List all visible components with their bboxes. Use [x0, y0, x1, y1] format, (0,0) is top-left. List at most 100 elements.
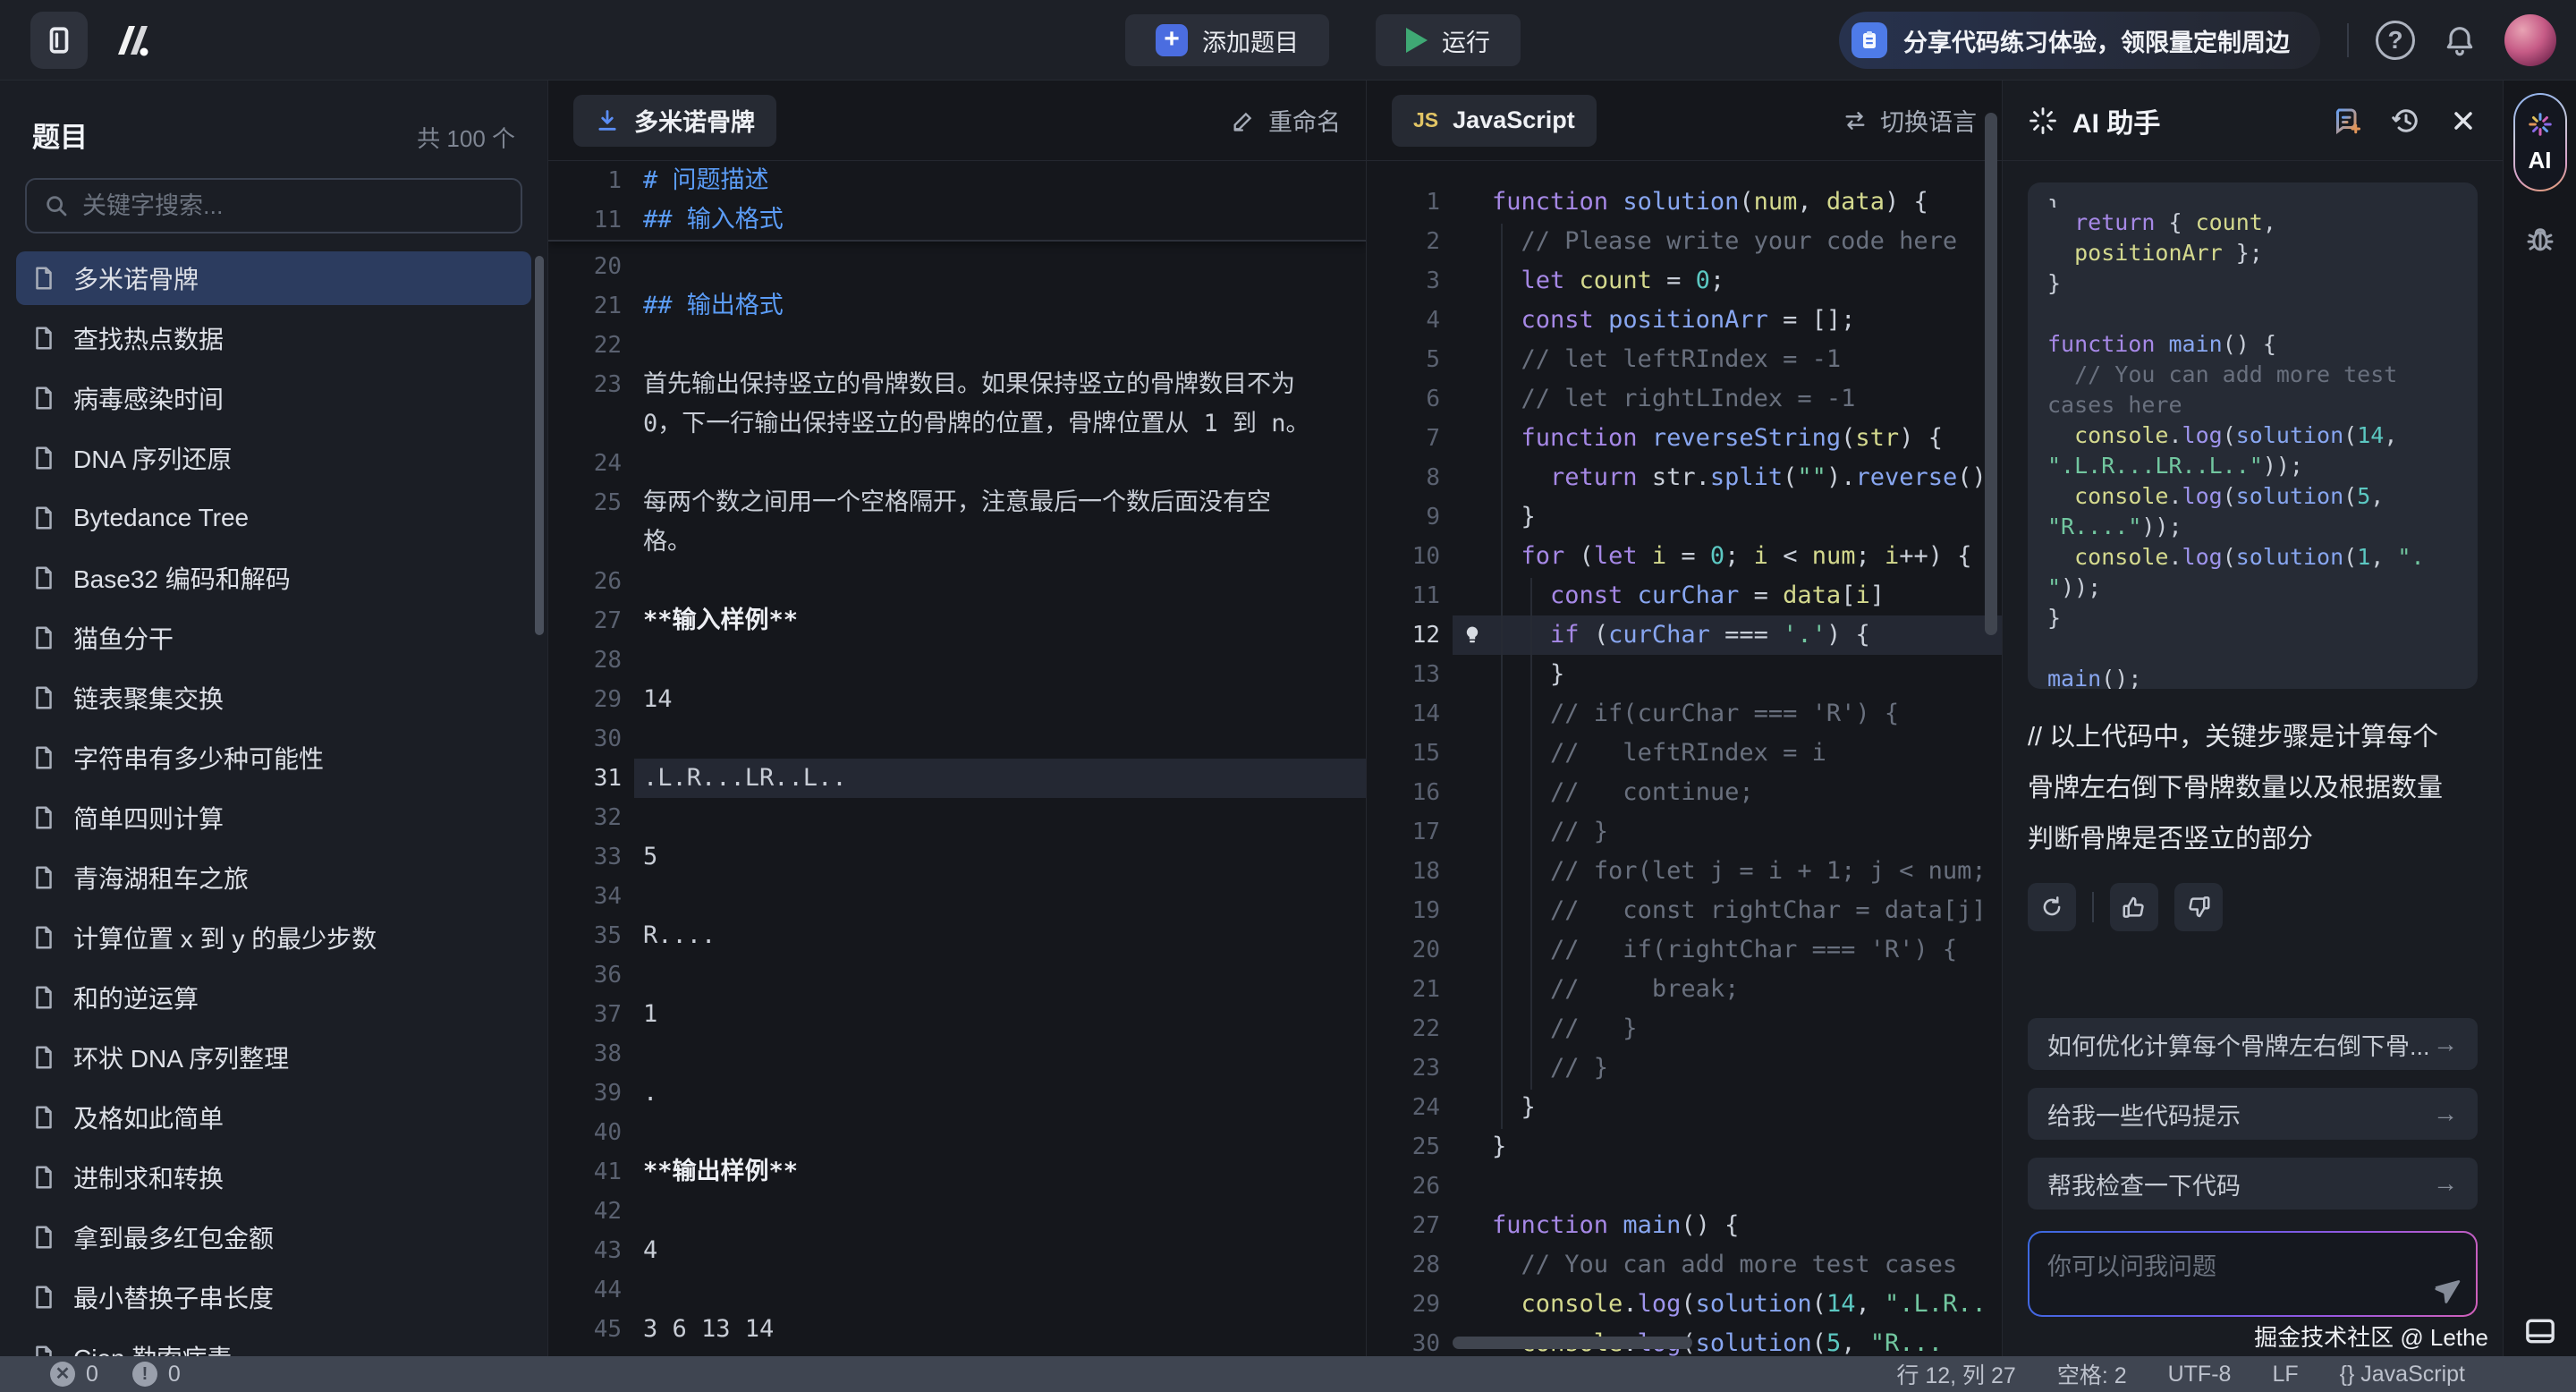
- sidebar-item-label: 拿到最多红包金额: [73, 1219, 274, 1255]
- suggestion-pill[interactable]: 给我一些代码提示→: [2028, 1088, 2478, 1140]
- sidebar-item[interactable]: 猫鱼分干: [16, 611, 531, 665]
- code-line[interactable]: 9 }: [1367, 497, 2002, 537]
- code-line[interactable]: 27function main() {: [1367, 1206, 2002, 1245]
- code-line[interactable]: 17 // }: [1367, 812, 2002, 852]
- sidebar-item[interactable]: DNA 序列还原: [16, 431, 531, 485]
- sidebar-item[interactable]: 计算位置 x 到 y 的最少步数: [16, 911, 531, 964]
- history-icon[interactable]: [2390, 105, 2422, 137]
- sidebar-item[interactable]: 及格如此简单: [16, 1091, 531, 1144]
- vertical-scrollbar[interactable]: [1985, 113, 1997, 635]
- close-icon[interactable]: [2449, 106, 2478, 135]
- sidebar-item-label: DNA 序列还原: [73, 440, 232, 476]
- regenerate-button[interactable]: [2028, 883, 2076, 931]
- new-chat-icon[interactable]: [2331, 105, 2363, 137]
- promo-banner[interactable]: 分享代码练习体验，领限量定制周边: [1839, 12, 2320, 69]
- encoding[interactable]: UTF-8: [2168, 1362, 2232, 1388]
- eol-setting[interactable]: LF: [2272, 1362, 2298, 1388]
- code-line[interactable]: 8 return str.split("").reverse(): [1367, 458, 2002, 497]
- right-dock: AI: [2503, 81, 2576, 1356]
- cursor-position[interactable]: 行 12, 列 27: [1896, 1358, 2015, 1390]
- warnings-icon[interactable]: !: [132, 1362, 157, 1387]
- code-line[interactable]: 6 // let rightLIndex = -1: [1367, 379, 2002, 419]
- help-icon[interactable]: ?: [2376, 21, 2415, 60]
- description-line: 39.: [548, 1074, 1366, 1113]
- chat-input[interactable]: [2029, 1233, 2476, 1315]
- lightbulb-icon[interactable]: [1453, 615, 1492, 655]
- description-line: 32: [548, 798, 1366, 837]
- sidebar-item[interactable]: 青海湖租车之旅: [16, 851, 531, 904]
- code-line[interactable]: 13 }: [1367, 655, 2002, 694]
- code-line[interactable]: 15 // leftRIndex = i: [1367, 734, 2002, 773]
- thumbs-up-button[interactable]: [2110, 883, 2158, 931]
- errors-icon[interactable]: ✕: [50, 1362, 75, 1387]
- code-editor[interactable]: 1function solution(num, data) {2 // Plea…: [1367, 161, 2002, 1356]
- sidebar-item[interactable]: 进制求和转换: [16, 1150, 531, 1204]
- ai-assistant-dock-button[interactable]: AI: [2513, 93, 2567, 191]
- run-button[interactable]: 运行: [1376, 14, 1521, 66]
- description-line: 453 6 13 14: [548, 1310, 1366, 1349]
- sidebar-item[interactable]: 和的逆运算: [16, 971, 531, 1024]
- code-line[interactable]: 22 // }: [1367, 1009, 2002, 1048]
- code-line[interactable]: 24 }: [1367, 1088, 2002, 1127]
- search-box[interactable]: [25, 178, 522, 233]
- notifications-bell-icon[interactable]: [2442, 22, 2478, 58]
- indent-setting[interactable]: 空格: 2: [2057, 1358, 2127, 1390]
- search-input[interactable]: [82, 192, 504, 220]
- sidebar-item[interactable]: 拿到最多红包金额: [16, 1210, 531, 1264]
- toggle-panel-icon[interactable]: [2522, 1313, 2558, 1349]
- code-line[interactable]: 18 // for(let j = i + 1; j < num;: [1367, 852, 2002, 891]
- code-line[interactable]: 29 console.log(solution(14, ".L.R..: [1367, 1285, 2002, 1324]
- sidebar-item[interactable]: 查找热点数据: [16, 311, 531, 365]
- debug-bug-icon[interactable]: [2523, 222, 2557, 256]
- sidebar-toggle-button[interactable]: [30, 12, 88, 69]
- sidebar-item[interactable]: 环状 DNA 序列整理: [16, 1031, 531, 1084]
- code-line[interactable]: 7 function reverseString(str) {: [1367, 419, 2002, 458]
- user-avatar[interactable]: [2504, 14, 2556, 66]
- code-line[interactable]: 20 // if(rightChar === 'R') {: [1367, 930, 2002, 970]
- code-line[interactable]: 2 // Please write your code here: [1367, 222, 2002, 261]
- thumbs-down-button[interactable]: [2174, 883, 2223, 931]
- chat-input-box[interactable]: [2029, 1233, 2476, 1315]
- suggestion-pill[interactable]: 如何优化计算每个骨牌左右倒下骨...→: [2028, 1018, 2478, 1070]
- problem-sidebar: 题目 共 100 个 多米诺骨牌查找热点数据病毒感染时间DNA 序列还原Byte…: [0, 81, 547, 1356]
- code-line[interactable]: 4 const positionArr = [];: [1367, 301, 2002, 340]
- code-line[interactable]: 19 // const rightChar = data[j]: [1367, 891, 2002, 930]
- horizontal-scrollbar[interactable]: [1453, 1337, 1692, 1349]
- switch-language-button[interactable]: 切换语言: [1843, 103, 1977, 138]
- ai-answer-line: 骨牌左右倒下骨牌数量以及根据数量: [2028, 763, 2478, 814]
- code-line[interactable]: 16 // continue;: [1367, 773, 2002, 812]
- code-line[interactable]: 23 // }: [1367, 1048, 2002, 1088]
- sidebar-scrollbar[interactable]: [535, 256, 544, 635]
- language-mode[interactable]: {} JavaScript: [2340, 1362, 2465, 1388]
- code-line[interactable]: 3 let count = 0;: [1367, 261, 2002, 301]
- code-line[interactable]: 5 // let leftRIndex = -1: [1367, 340, 2002, 379]
- code-line[interactable]: 11 const curChar = data[i]: [1367, 576, 2002, 615]
- language-tab[interactable]: JS JavaScript: [1392, 95, 1597, 147]
- code-line[interactable]: 1function solution(num, data) {: [1367, 182, 2002, 222]
- sidebar-item[interactable]: 多米诺骨牌: [16, 251, 531, 305]
- suggestion-pill[interactable]: 帮我检查一下代码→: [2028, 1158, 2478, 1210]
- run-label: 运行: [1442, 23, 1490, 58]
- ai-code-line: return { count,: [2047, 208, 2458, 238]
- sidebar-item[interactable]: Base32 编码和解码: [16, 551, 531, 605]
- sidebar-item[interactable]: 病毒感染时间: [16, 371, 531, 425]
- code-line[interactable]: 21 // break;: [1367, 970, 2002, 1009]
- problem-tab[interactable]: 多米诺骨牌: [573, 95, 776, 147]
- description-editor[interactable]: 1# 问题描述11## 输入格式 2021## 输出格式2223首先输出保持竖立…: [548, 161, 1366, 1356]
- code-line[interactable]: 12 if (curChar === '.') {: [1367, 615, 2002, 655]
- description-line: 335: [548, 837, 1366, 877]
- sidebar-item[interactable]: 字符串有多少种可能性: [16, 731, 531, 785]
- sidebar-item[interactable]: Cion 勒索病毒: [16, 1330, 531, 1356]
- rename-button[interactable]: 重命名: [1231, 103, 1341, 138]
- send-icon[interactable]: [2431, 1274, 2462, 1304]
- code-line[interactable]: 28 // You can add more test cases: [1367, 1245, 2002, 1285]
- sidebar-item[interactable]: 最小替换子串长度: [16, 1270, 531, 1324]
- code-line[interactable]: 25}: [1367, 1127, 2002, 1167]
- add-problem-button[interactable]: + 添加题目: [1125, 14, 1329, 66]
- code-line[interactable]: 10 for (let i = 0; i < num; i++) {: [1367, 537, 2002, 576]
- sidebar-item[interactable]: Bytedance Tree: [16, 491, 531, 545]
- code-line[interactable]: 26: [1367, 1167, 2002, 1206]
- sidebar-item[interactable]: 链表聚集交换: [16, 671, 531, 725]
- sidebar-item[interactable]: 简单四则计算: [16, 791, 531, 845]
- code-line[interactable]: 14 // if(curChar === 'R') {: [1367, 694, 2002, 734]
